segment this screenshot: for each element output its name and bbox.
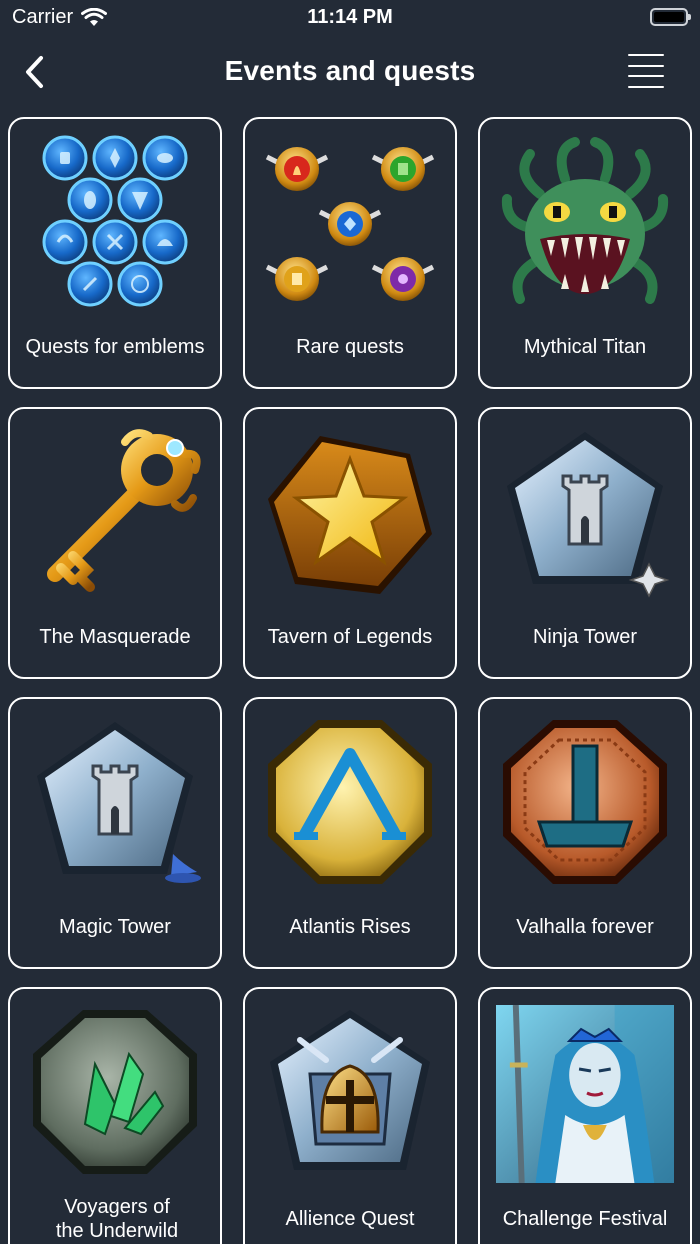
card-label: Allience Quest [285,1208,415,1230]
menu-line [628,75,664,78]
ice-queen-portrait-icon [496,1005,674,1183]
atlantis-badge-icon [255,709,445,899]
card-label: Atlantis Rises [289,916,411,938]
card-quests-for-emblems[interactable]: Quests for emblems [8,117,222,389]
card-ninja-tower[interactable]: Ninja Tower [478,407,692,679]
card-atlantis-rises[interactable]: Atlantis Rises [243,697,457,969]
card-label: Rare quests [296,336,404,358]
golden-key-icon [20,419,210,609]
alliance-helmet-icon [255,999,445,1189]
valhalla-hammer-icon [490,709,680,899]
medusa-titan-icon [490,129,680,319]
star-badge-icon [255,419,445,609]
card-mythical-titan[interactable]: Mythical Titan [478,117,692,389]
card-label: Magic Tower [59,916,171,938]
card-label: Challenge Festival [502,1208,668,1230]
card-magic-tower[interactable]: Magic Tower [8,697,222,969]
card-label: Quests for emblems [25,336,205,358]
menu-line [628,64,664,67]
magic-tower-icon [20,709,210,899]
card-allience-quest[interactable]: Allience Quest [243,987,457,1244]
ninja-tower-icon [490,419,680,609]
card-tavern-of-legends[interactable]: Tavern of Legends [243,407,457,679]
status-time: 11:14 PM [307,6,393,28]
card-label: Tavern of Legends [267,626,433,648]
page-title: Events and quests [224,55,476,86]
menu-line [628,54,664,56]
card-the-masquerade[interactable]: The Masquerade [8,407,222,679]
menu-button[interactable] [628,54,664,88]
card-voyagers-of-the-underwild[interactable]: Voyagers of the Underwild [8,987,222,1244]
menu-line [628,85,664,88]
card-rare-quests[interactable]: Rare quests [243,117,457,389]
card-label: Mythical Titan [523,336,647,358]
battery-icon [650,8,691,26]
emblem-orbs-icon [20,129,210,319]
card-label: Ninja Tower [532,626,638,648]
status-bar: Carrier 11:14 PM [0,0,700,36]
card-valhalla-forever[interactable]: Valhalla forever [478,697,692,969]
card-label: Valhalla forever [516,916,654,938]
card-challenge-festival[interactable]: Challenge Festival [478,987,692,1244]
crystal-badge-icon [20,999,210,1189]
card-label: The Masquerade [39,626,191,648]
rare-shields-icon [255,129,445,319]
navigation-bar: Events and quests [0,40,700,104]
card-label: Voyagers of the Underwild [55,1196,179,1242]
events-grid: Quests for emblems Rare quests Mythical … [8,117,692,1244]
